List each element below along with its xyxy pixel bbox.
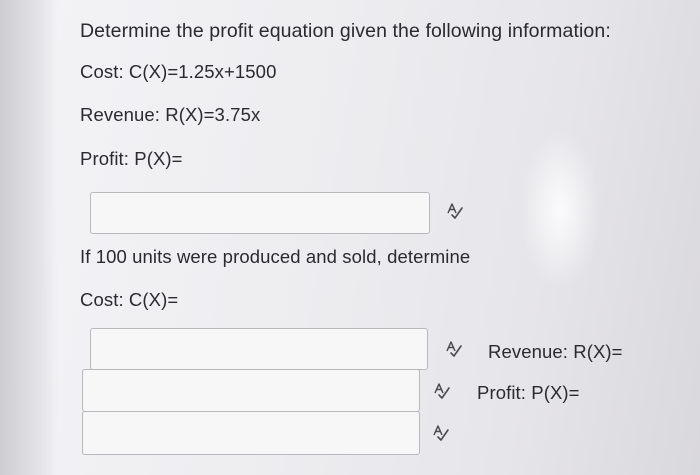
profit-equation-label: Profit: P(X)=: [80, 148, 183, 169]
cost-value-input[interactable]: [90, 328, 428, 370]
cost-value-label: Cost: C(X)=: [80, 289, 179, 310]
profit-equation-input[interactable]: [90, 192, 430, 234]
revenue-equation: Revenue: R(X)=3.75x: [80, 104, 261, 125]
spellcheck-icon[interactable]: [446, 202, 464, 220]
question-title: Determine the profit equation given the …: [80, 20, 611, 42]
units-instruction: If 100 units were produced and sold, det…: [80, 246, 471, 267]
revenue-value-label: Revenue: R(X)=: [488, 341, 623, 362]
profit-value-label: Profit: P(X)=: [477, 382, 580, 403]
spellcheck-icon[interactable]: [445, 340, 463, 358]
spellcheck-icon[interactable]: [433, 382, 451, 400]
question-page: Determine the profit equation given the …: [0, 0, 700, 475]
profit-value-input[interactable]: [82, 411, 420, 455]
spellcheck-icon[interactable]: [432, 424, 450, 442]
cost-equation: Cost: C(X)=1.25x+1500: [80, 61, 277, 82]
screen-glare: [520, 130, 600, 290]
left-shadow: [0, 0, 58, 475]
revenue-value-input[interactable]: [82, 369, 420, 412]
